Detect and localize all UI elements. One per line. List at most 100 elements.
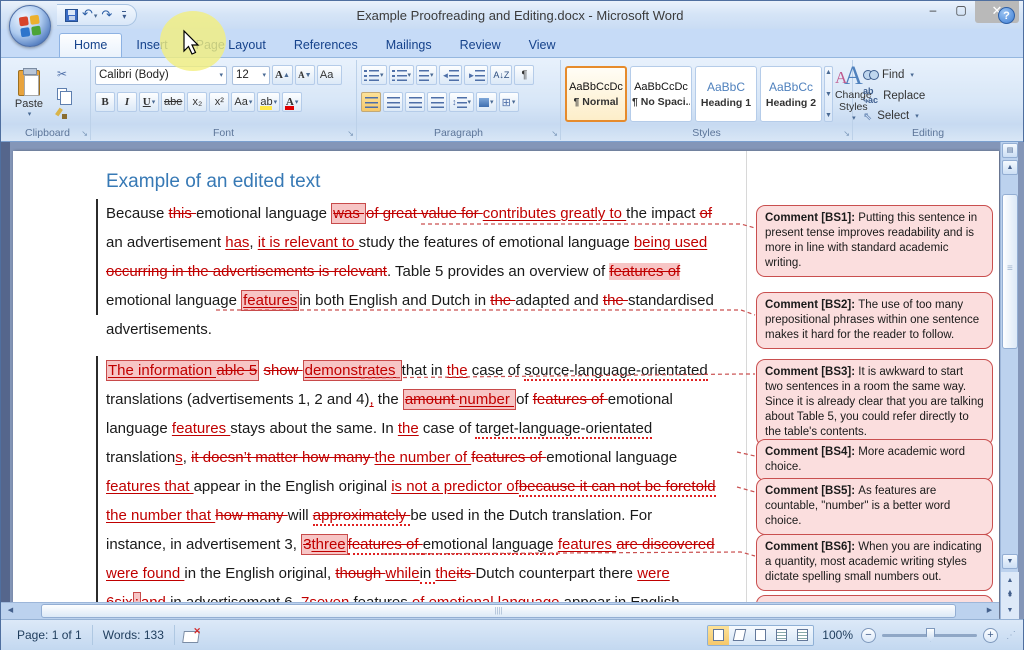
horizontal-scroll-thumb[interactable] [41, 604, 956, 618]
font-size-select[interactable]: 12▾ [232, 66, 270, 85]
font-family-select[interactable]: Calibri (Body)▾ [95, 66, 227, 85]
align-left-button[interactable] [361, 92, 381, 112]
redo-button[interactable]: ↷ [101, 6, 112, 24]
cut-button[interactable]: ✂ [51, 65, 73, 83]
format-painter-button[interactable] [51, 105, 73, 123]
undo-dropdown-icon[interactable]: ▾ [94, 13, 98, 20]
strikethrough-button[interactable]: abe [161, 92, 185, 112]
justify-button[interactable] [427, 92, 447, 112]
tab-review[interactable]: Review [446, 34, 515, 57]
tab-home[interactable]: Home [59, 33, 122, 57]
zoom-in-button[interactable]: + [983, 628, 998, 643]
decrease-indent-button[interactable]: ◄ [439, 65, 463, 85]
increase-indent-button[interactable]: ► [464, 65, 488, 85]
replace-button[interactable]: ab⤷acReplace [857, 87, 999, 105]
deleted-text: though [335, 565, 385, 582]
align-right-button[interactable] [405, 92, 425, 112]
scroll-up-icon[interactable]: ▲ [1002, 160, 1018, 175]
deleted-text: this [169, 205, 197, 222]
scroll-down-icon[interactable]: ▼ [1002, 554, 1018, 569]
split-view-button[interactable]: ▤ [1002, 143, 1018, 158]
tab-view[interactable]: View [515, 34, 570, 57]
styles-scroll-up-icon[interactable]: ▲ [825, 69, 832, 76]
underline-button[interactable]: U▾ [139, 92, 159, 112]
copy-button[interactable] [51, 85, 73, 103]
comment-balloon-bs6[interactable]: Comment [BS6]: When you are indicating a… [756, 534, 993, 591]
text-highlight-button[interactable]: ab▾ [257, 92, 280, 112]
customize-qat-icon[interactable]: ▾ [122, 11, 126, 20]
scroll-right-icon[interactable]: ▶ [982, 604, 997, 618]
deleted-text: 3 [301, 534, 311, 555]
tab-page-layout[interactable]: Page Layout [182, 34, 280, 57]
page-indicator[interactable]: Page: 1 of 1 [7, 625, 93, 645]
zoom-thumb[interactable] [926, 628, 935, 642]
show-formatting-button[interactable]: ¶ [514, 65, 534, 85]
italic-button[interactable]: I [117, 92, 137, 112]
save-icon[interactable] [65, 9, 78, 22]
styles-scroll-down-icon[interactable]: ▼ [825, 91, 832, 98]
zoom-out-button[interactable]: − [861, 628, 876, 643]
scroll-left-icon[interactable]: ◀ [3, 604, 18, 618]
minimize-button[interactable]: – [919, 1, 947, 21]
change-case-button[interactable]: Aa▾ [231, 92, 255, 112]
select-button[interactable]: ⇖Select▾ [857, 108, 999, 126]
sort-button[interactable]: A↓Z [490, 65, 512, 85]
find-button[interactable]: Find▾ [857, 66, 999, 84]
full-screen-reading-view-button[interactable] [729, 626, 750, 645]
style-heading-2[interactable]: AaBbCcHeading 2 [760, 66, 822, 122]
bullets-button[interactable]: ▾ [361, 65, 387, 85]
tab-insert[interactable]: Insert [122, 34, 181, 57]
word-count[interactable]: Words: 133 [93, 625, 175, 645]
previous-page-button[interactable]: ▲▲ [1003, 574, 1017, 587]
style-normal[interactable]: AaBbCcDc¶ Normal [565, 66, 627, 122]
zoom-level[interactable]: 100% [822, 628, 853, 642]
clear-formatting-button[interactable]: Aa [317, 65, 342, 85]
maximize-button[interactable]: ▢ [947, 1, 975, 21]
resize-grip[interactable]: ⋰ [1006, 630, 1017, 641]
draft-view-button[interactable] [792, 626, 813, 645]
line-spacing-button[interactable]: ↕▾ [449, 92, 474, 112]
proofing-errors-icon[interactable] [183, 629, 199, 642]
next-page-button[interactable]: ▼▼ [1003, 604, 1017, 617]
select-browse-object-button[interactable]: ● [1003, 589, 1017, 602]
font-color-button[interactable]: A▾ [282, 92, 302, 112]
align-center-button[interactable] [383, 92, 403, 112]
paste-dropdown-icon[interactable]: ▾ [28, 110, 32, 118]
borders-button[interactable]: ⊞▾ [499, 92, 519, 112]
styles-dialog-launcher[interactable]: ↘ [843, 130, 850, 138]
style-no-spaci[interactable]: AaBbCcDc¶ No Spaci... [630, 66, 692, 122]
print-layout-view-button[interactable] [708, 626, 729, 645]
undo-button[interactable]: ↶▾ [82, 5, 97, 26]
horizontal-scrollbar[interactable]: ◀ ▶ [1, 602, 999, 619]
comment-balloon-bs3[interactable]: Comment [BS3]: It is awkward to start tw… [756, 359, 993, 446]
body-text: translation [106, 449, 175, 466]
subscript-button[interactable]: x₂ [187, 92, 207, 112]
paragraph-dialog-launcher[interactable]: ↘ [551, 130, 558, 138]
grow-font-button[interactable]: A▲ [272, 65, 293, 85]
comment-balloon-bs5[interactable]: Comment [BS5]: As features are countable… [756, 478, 993, 535]
office-button[interactable] [9, 5, 51, 47]
help-icon[interactable]: ? [998, 7, 1015, 24]
font-dialog-launcher[interactable]: ↘ [347, 130, 354, 138]
numbering-button[interactable]: ▾ [389, 65, 415, 85]
multilevel-list-button[interactable]: ▾ [416, 65, 437, 85]
comment-balloon-bs2[interactable]: Comment [BS2]: The use of too many prepo… [756, 292, 993, 349]
shrink-font-button[interactable]: A▼ [295, 65, 315, 85]
comment-balloon-bs4[interactable]: Comment [BS4]: More academic word choice… [756, 439, 993, 481]
clipboard-dialog-launcher[interactable]: ↘ [81, 130, 88, 138]
styles-gallery-scroll[interactable]: ▲ ▼ ▼ [824, 66, 833, 122]
styles-more-icon[interactable]: ▼ [825, 112, 832, 119]
web-layout-view-button[interactable] [750, 626, 771, 645]
style-heading-1[interactable]: AaBbCHeading 1 [695, 66, 757, 122]
vertical-scroll-thumb[interactable] [1002, 194, 1018, 349]
shading-button[interactable]: ▾ [476, 92, 497, 112]
zoom-track[interactable] [882, 634, 977, 637]
bold-button[interactable]: B [95, 92, 115, 112]
superscript-button[interactable]: x² [209, 92, 229, 112]
paste-button[interactable]: Paste ▾ [9, 63, 49, 125]
comment-balloon-bs1[interactable]: Comment [BS1]: Putting this sentence in … [756, 205, 993, 277]
tab-mailings[interactable]: Mailings [372, 34, 446, 57]
vertical-scrollbar[interactable]: ▤ ▲ ▼ ▲▲ ● ▼▼ [1000, 142, 1018, 619]
outline-view-button[interactable] [771, 626, 792, 645]
tab-references[interactable]: References [280, 34, 372, 57]
